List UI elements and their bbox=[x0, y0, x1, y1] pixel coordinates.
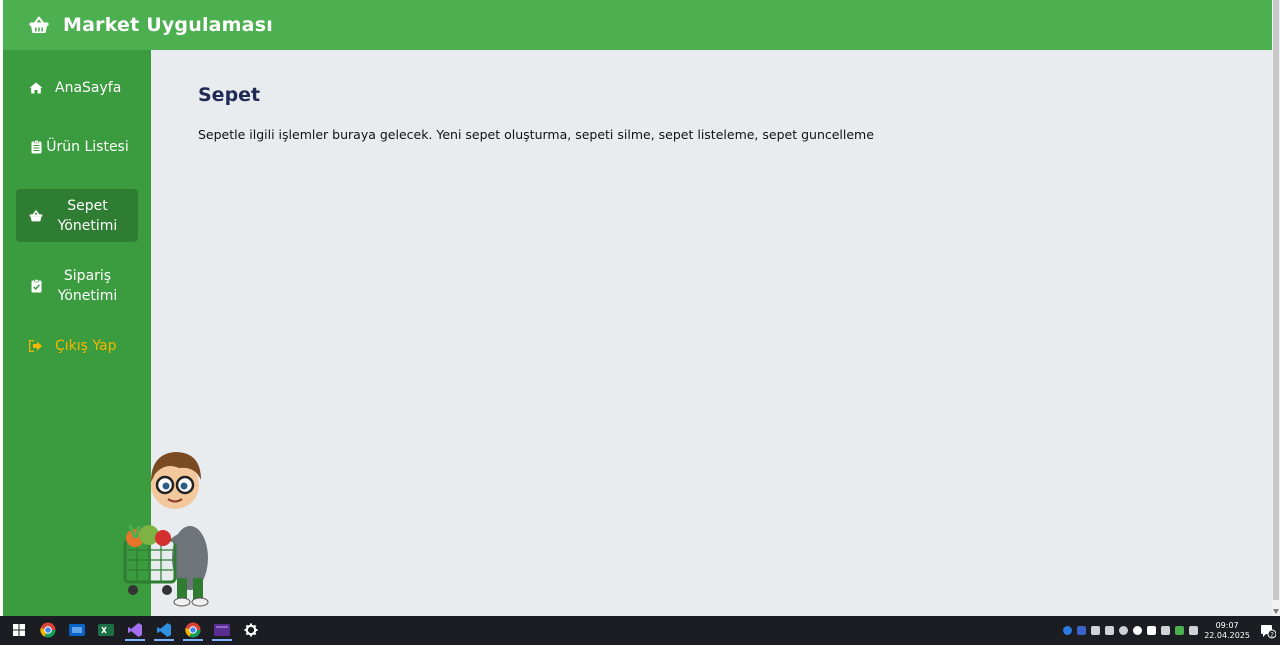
notification-center-icon[interactable]: 2 bbox=[1260, 623, 1276, 639]
clock-date: 22.04.2025 bbox=[1204, 630, 1250, 640]
sidebar-item-label: AnaSayfa bbox=[55, 80, 122, 96]
system-clock[interactable]: 09:07 22.04.2025 bbox=[1204, 621, 1250, 641]
display-icon[interactable] bbox=[1147, 626, 1157, 635]
basket-icon bbox=[29, 209, 43, 223]
page-description: Sepetle ilgili işlemler buraya gelecek. … bbox=[198, 127, 874, 142]
settings-icon[interactable] bbox=[241, 621, 261, 641]
windows-taskbar: 09:07 22.04.2025 2 bbox=[0, 616, 1280, 645]
page-title: Sepet bbox=[198, 84, 261, 106]
terminal-icon[interactable] bbox=[212, 621, 232, 641]
home-icon bbox=[29, 81, 43, 95]
sidebar-item-label: Sepet Yönetimi bbox=[57, 197, 118, 234]
sidebar-item-sepet-yonetimi[interactable]: Sepet Yönetimi bbox=[16, 189, 138, 242]
sidebar-item-anasayfa[interactable]: AnaSayfa bbox=[16, 74, 138, 102]
vscode-icon[interactable] bbox=[154, 621, 174, 641]
sign-out-icon bbox=[29, 339, 43, 353]
clipboard-check-icon bbox=[29, 279, 43, 293]
visual-studio-icon[interactable] bbox=[125, 621, 145, 641]
scrollbar-thumb[interactable] bbox=[1273, 0, 1279, 600]
bluetooth-icon[interactable] bbox=[1063, 626, 1073, 635]
wifi-icon[interactable] bbox=[1119, 626, 1129, 635]
app-header: Market Uygulaması bbox=[3, 0, 1272, 50]
app-title: Market Uygulaması bbox=[63, 14, 273, 36]
sidebar-item-urun-listesi[interactable]: Ürün Listesi bbox=[16, 120, 138, 174]
clipboard-list-icon bbox=[29, 140, 43, 154]
chrome-profile-icon[interactable] bbox=[183, 621, 203, 641]
windows-start-icon[interactable] bbox=[9, 621, 29, 641]
shopping-boy-illustration bbox=[123, 452, 209, 607]
scroll-down-arrow-icon[interactable] bbox=[1273, 609, 1279, 614]
system-tray: 09:07 22.04.2025 2 bbox=[1058, 616, 1276, 645]
sidebar-item-siparis-yonetimi[interactable]: Sipariş Yönetimi bbox=[16, 259, 138, 313]
outlook-icon[interactable] bbox=[67, 621, 87, 641]
sidebar-item-label: Çıkış Yap bbox=[55, 338, 117, 354]
vpn-icon[interactable] bbox=[1133, 626, 1143, 635]
battery-icon[interactable] bbox=[1091, 626, 1101, 635]
app-tray-icon[interactable] bbox=[1077, 626, 1087, 635]
pen-icon[interactable] bbox=[1161, 626, 1171, 635]
chrome-icon[interactable] bbox=[38, 621, 58, 641]
sync-icon[interactable] bbox=[1175, 626, 1185, 635]
logout-button[interactable]: Çıkış Yap bbox=[16, 332, 138, 360]
excel-icon[interactable] bbox=[96, 621, 116, 641]
basket-icon bbox=[29, 14, 51, 36]
content-area: Sepet Sepetle ilgili işlemler buraya gel… bbox=[151, 50, 1272, 616]
volume-icon[interactable] bbox=[1105, 626, 1115, 635]
sidebar-item-label: Sipariş Yönetimi bbox=[57, 268, 118, 304]
sidebar-item-label: Ürün Listesi bbox=[46, 139, 129, 155]
clock-time: 09:07 bbox=[1215, 620, 1239, 630]
page-scrollbar[interactable] bbox=[1272, 0, 1280, 616]
network-icon[interactable] bbox=[1189, 626, 1199, 635]
